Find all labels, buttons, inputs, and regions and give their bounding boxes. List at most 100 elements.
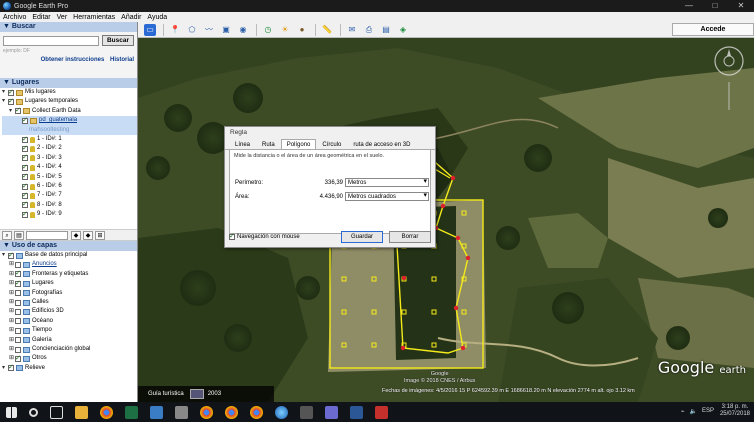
accede-button[interactable]: Accede — [672, 23, 754, 36]
layer-item[interactable]: ▾Relieve — [2, 363, 137, 373]
chrome-icon-3[interactable] — [225, 405, 238, 419]
visibility-checkbox[interactable] — [8, 251, 14, 260]
place-item[interactable]: pd_guatemala — [2, 116, 137, 126]
mouse-nav-checkbox[interactable] — [229, 232, 235, 240]
layer-item[interactable]: ⊞ Anuncios — [2, 260, 137, 269]
menu-editar[interactable]: Editar — [32, 14, 50, 21]
chrome-icon-4[interactable] — [250, 405, 263, 419]
visibility-checkbox[interactable] — [15, 327, 21, 334]
visibility-checkbox[interactable] — [22, 191, 28, 200]
maximize-button[interactable]: □ — [702, 0, 728, 12]
menu-herramientas[interactable]: Herramientas — [73, 14, 115, 21]
visibility-checkbox[interactable] — [22, 200, 28, 210]
place-item[interactable]: 3 - ID#: 3 — [2, 153, 137, 163]
search-icon[interactable] — [29, 407, 38, 417]
tab-ruta[interactable]: Ruta — [256, 139, 281, 149]
google-maps-icon[interactable]: ◈ — [397, 24, 409, 36]
places-header[interactable]: ▼ Lugares — [0, 78, 137, 88]
menu-ver[interactable]: Ver — [57, 14, 68, 21]
visibility-checkbox[interactable] — [22, 163, 28, 172]
tour-thumbnail[interactable] — [189, 389, 204, 399]
task-view-icon[interactable] — [50, 405, 63, 419]
ruler-icon[interactable]: 📏 — [321, 24, 333, 36]
word-icon[interactable] — [350, 405, 363, 419]
chrome-icon-2[interactable] — [200, 405, 213, 419]
tab-circulo[interactable]: Círculo — [316, 139, 347, 149]
search-places-icon[interactable]: ⌕ — [2, 230, 12, 240]
app-icon-4[interactable] — [325, 405, 338, 419]
layer-item[interactable]: ▾Base de datos principal — [2, 251, 137, 260]
placemark-icon[interactable]: 📍 — [169, 24, 181, 36]
search-header[interactable]: ▼ Buscar — [0, 22, 137, 32]
save-button[interactable]: Guardar — [341, 231, 383, 243]
polygon-icon[interactable]: ⬠ — [186, 24, 198, 36]
add-folder-icon[interactable]: ⊞ — [95, 230, 105, 240]
place-item[interactable]: 8 - ID#: 8 — [2, 200, 137, 210]
clear-button[interactable]: Borrar — [389, 231, 431, 243]
layer-item[interactable]: ⊞ Fotografías — [2, 289, 137, 298]
visibility-checkbox[interactable] — [15, 290, 21, 297]
excel-icon[interactable] — [125, 405, 138, 419]
visibility-checkbox[interactable] — [8, 97, 14, 106]
tab-linea[interactable]: Línea — [229, 139, 256, 149]
visibility-checkbox[interactable] — [22, 153, 28, 163]
visibility-checkbox[interactable] — [22, 172, 28, 182]
history-link[interactable]: Historial — [110, 57, 134, 63]
pdf-icon[interactable] — [375, 405, 388, 419]
visibility-checkbox[interactable] — [15, 299, 21, 306]
volume-icon[interactable]: 🔈 — [689, 408, 696, 415]
layer-item[interactable]: ⊞ Océano — [2, 317, 137, 326]
planets-icon[interactable]: ● — [296, 24, 308, 36]
search-input[interactable] — [3, 35, 99, 46]
perimeter-unit-select[interactable]: Metros — [345, 178, 429, 187]
chrome-icon[interactable] — [100, 405, 113, 419]
minimize-button[interactable]: — — [676, 0, 702, 12]
place-item[interactable]: ▾Lugares temporales — [2, 97, 137, 106]
layer-item[interactable]: ⊞Fronteras y etiquetas — [2, 269, 137, 279]
overlay-icon[interactable]: ▣ — [220, 24, 232, 36]
menu-ayuda[interactable]: Ayuda — [147, 14, 167, 21]
place-item[interactable]: ▾Mis lugares — [2, 88, 137, 97]
path-icon[interactable]: 〰 — [203, 24, 215, 36]
layer-item[interactable]: ⊞Lugares — [2, 279, 137, 288]
sidebar-toggle-icon[interactable]: ▭ — [144, 23, 156, 36]
app-icon-2[interactable] — [175, 405, 188, 419]
visibility-checkbox[interactable] — [22, 210, 28, 219]
windows-start-icon[interactable] — [6, 406, 17, 418]
move-down-icon[interactable]: ◆ — [83, 230, 93, 240]
visibility-checkbox[interactable] — [15, 106, 21, 116]
visibility-checkbox[interactable] — [15, 354, 21, 363]
app-icon-3[interactable] — [300, 405, 313, 419]
place-item[interactable]: 6 - ID#: 6 — [2, 182, 137, 191]
tour-guide-bar[interactable]: Guía turística 2003 — [138, 386, 274, 402]
place-item[interactable]: 9 - ID#: 9 — [2, 210, 137, 219]
close-button[interactable]: ✕ — [728, 0, 754, 12]
app-icon-1[interactable] — [150, 405, 163, 419]
layer-item[interactable]: ⊞ Tiempo — [2, 326, 137, 335]
visibility-checkbox[interactable] — [15, 262, 21, 269]
layer-item[interactable]: ⊞Otros — [2, 354, 137, 363]
visibility-checkbox[interactable] — [22, 182, 28, 191]
menu-archivo[interactable]: Archivo — [3, 14, 26, 21]
map-view[interactable]: Regla Línea Ruta Polígono Círculo ruta d… — [138, 38, 754, 402]
visibility-checkbox[interactable] — [22, 116, 28, 125]
search-button[interactable]: Buscar — [101, 35, 134, 46]
visibility-checkbox[interactable] — [15, 346, 21, 353]
visibility-checkbox[interactable] — [22, 135, 28, 144]
sun-icon[interactable]: ☀ — [279, 24, 291, 36]
language-indicator[interactable]: ESP — [702, 408, 714, 414]
print-icon[interactable]: ⎙ — [363, 24, 375, 36]
save-image-icon[interactable]: ▤ — [380, 24, 392, 36]
visibility-checkbox[interactable] — [15, 337, 21, 344]
visibility-checkbox[interactable] — [15, 279, 21, 288]
place-item[interactable]: mahsooltesting — [2, 125, 137, 135]
place-item[interactable]: 7 - ID#: 7 — [2, 191, 137, 200]
email-icon[interactable]: ✉ — [346, 24, 358, 36]
place-item[interactable]: 4 - ID#: 4 — [2, 163, 137, 172]
layer-item[interactable]: ⊞ Edificios 3D — [2, 307, 137, 316]
visibility-checkbox[interactable] — [22, 144, 28, 153]
place-item[interactable]: 1 - ID#: 1 — [2, 135, 137, 144]
places-filter-input[interactable] — [26, 230, 68, 240]
place-item[interactable]: ▾Collect Earth Data — [2, 106, 137, 116]
network-icon[interactable]: ⌁ — [681, 408, 685, 415]
